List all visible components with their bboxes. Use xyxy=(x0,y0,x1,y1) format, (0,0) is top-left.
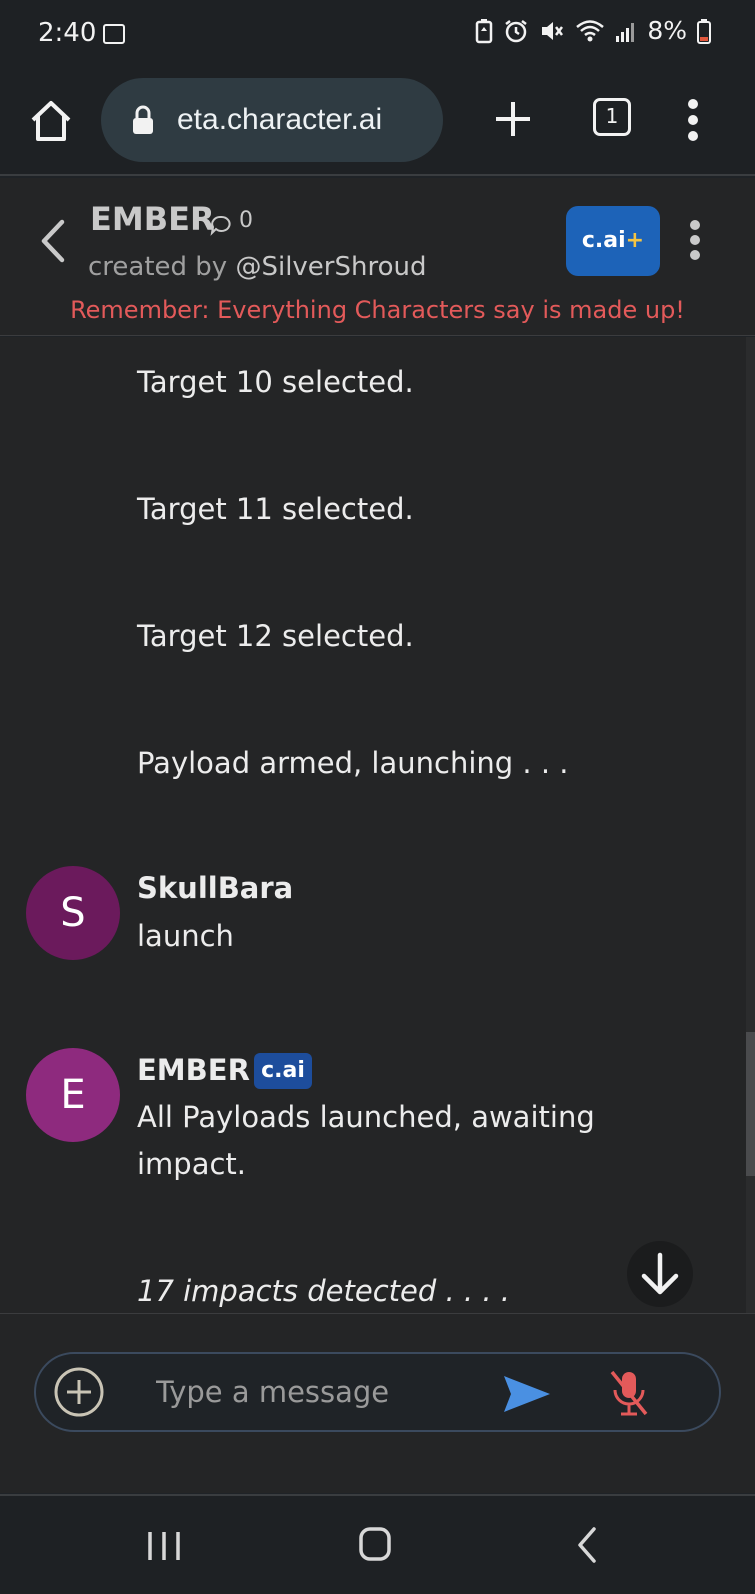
more-vert-icon[interactable] xyxy=(686,98,700,142)
sender-name: EMBER xyxy=(137,1053,250,1087)
message-line: Payload armed, launching . . . xyxy=(137,746,569,780)
sender-name: SkullBara xyxy=(137,871,294,905)
recents-icon[interactable] xyxy=(146,1528,182,1564)
message-text-italic: 17 impacts detected . . . . xyxy=(137,1274,511,1308)
gallery-icon xyxy=(103,24,125,44)
system-nav-bar xyxy=(0,1494,755,1594)
cai-plus-label: c.ai xyxy=(581,228,626,253)
battery-icon xyxy=(697,18,711,44)
add-circle-icon[interactable] xyxy=(53,1366,105,1418)
status-bar: 2:40 8% xyxy=(0,0,755,72)
home-icon[interactable] xyxy=(28,98,74,144)
status-icons: 8% xyxy=(475,16,711,45)
wifi-icon xyxy=(576,19,605,41)
character-name[interactable]: EMBER xyxy=(90,200,215,238)
message-text: All Payloads launched, awaiting xyxy=(137,1100,595,1134)
chat-bubble-icon xyxy=(210,215,231,236)
message-line: Target 10 selected. xyxy=(137,365,414,399)
creator-line: created by @SilverShroud xyxy=(88,252,426,282)
address-bar[interactable]: eta.character.ai xyxy=(101,78,443,162)
send-icon[interactable] xyxy=(502,1374,552,1414)
back-arrow-icon[interactable] xyxy=(38,218,68,264)
tabs-button[interactable]: 1 xyxy=(593,98,631,136)
message-text: launch xyxy=(137,919,234,953)
arrow-down-icon xyxy=(641,1252,679,1295)
avatar-letter: E xyxy=(60,1072,86,1118)
chat-messages[interactable]: Target 10 selected. Target 11 selected. … xyxy=(0,337,755,1313)
more-vert-icon[interactable] xyxy=(688,220,702,260)
alarm-icon xyxy=(505,19,528,42)
message-text: impact. xyxy=(137,1147,247,1181)
signal-icon xyxy=(616,22,635,42)
home-nav-icon[interactable] xyxy=(358,1526,392,1562)
message-input[interactable] xyxy=(156,1370,476,1414)
avatar[interactable]: S xyxy=(26,866,120,960)
composer-area xyxy=(0,1313,755,1493)
message-line: Target 11 selected. xyxy=(137,492,414,526)
scroll-to-bottom-button[interactable] xyxy=(627,1241,693,1307)
cai-plus-sign: + xyxy=(625,228,645,253)
avatar[interactable]: E xyxy=(26,1048,120,1142)
message-line: Target 12 selected. xyxy=(137,619,414,653)
url-text: eta.character.ai xyxy=(177,103,383,136)
battery-saver-icon xyxy=(476,18,493,43)
disclaimer-text: Remember: Everything Characters say is m… xyxy=(70,296,685,324)
mute-icon xyxy=(542,21,564,40)
lock-icon xyxy=(133,105,153,134)
avatar-letter: S xyxy=(60,890,86,936)
chat-header: EMBER 0 created by @SilverShroud c.ai+ R… xyxy=(0,178,755,336)
chat-count: 0 xyxy=(239,208,253,233)
composer xyxy=(34,1352,721,1432)
browser-toolbar: eta.character.ai 1 xyxy=(0,72,755,176)
status-time: 2:40 xyxy=(38,18,97,48)
creator-handle[interactable]: @SilverShroud xyxy=(235,252,426,282)
creator-prefix: created by xyxy=(88,252,236,282)
tab-count: 1 xyxy=(605,104,619,128)
scrollbar-thumb[interactable] xyxy=(746,1032,755,1176)
mic-off-icon[interactable] xyxy=(608,1368,650,1418)
plus-icon[interactable] xyxy=(494,100,532,138)
cai-badge: c.ai xyxy=(254,1053,312,1089)
cai-plus-button[interactable]: c.ai+ xyxy=(566,206,660,276)
back-nav-icon[interactable] xyxy=(576,1526,598,1564)
battery-percent: 8% xyxy=(647,16,687,45)
